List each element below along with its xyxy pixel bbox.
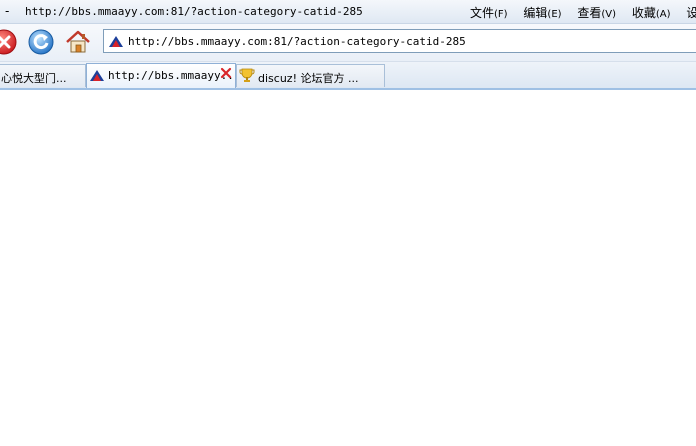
url-input[interactable] bbox=[128, 32, 688, 50]
tab-label: http://bbs.mmaayy.. bbox=[108, 69, 234, 82]
site-favicon bbox=[109, 36, 123, 47]
site-favicon bbox=[90, 70, 104, 81]
menu-file[interactable]: 文件(F) bbox=[470, 4, 508, 21]
window-menu-dash[interactable]: - bbox=[5, 4, 9, 18]
home-icon bbox=[66, 30, 90, 53]
tab-label: 心悦大型门... bbox=[1, 72, 67, 85]
tab-strip: 心悦大型门... http://bbs.mmaayy.. discuz! 论坛官… bbox=[0, 62, 696, 90]
home-button[interactable] bbox=[64, 28, 92, 56]
refresh-button[interactable] bbox=[27, 28, 55, 56]
menu-favorites[interactable]: 收藏(A) bbox=[632, 4, 671, 21]
page-content-area bbox=[0, 90, 696, 446]
stop-button[interactable] bbox=[0, 28, 18, 56]
menu-settings[interactable]: 设 bbox=[686, 4, 696, 21]
stop-icon bbox=[0, 29, 17, 55]
menu-bar: 文件(F) 编辑(E) 查看(V) 收藏(A) 设 bbox=[470, 4, 696, 21]
title-bar: - http://bbs.mmaayy.com:81/?action-categ… bbox=[0, 0, 696, 24]
trophy-icon bbox=[239, 68, 255, 82]
address-bar[interactable] bbox=[103, 29, 696, 53]
navigation-toolbar bbox=[0, 24, 696, 62]
menu-view[interactable]: 查看(V) bbox=[577, 4, 616, 21]
tab-current-page[interactable]: http://bbs.mmaayy.. bbox=[86, 63, 236, 88]
tab-label: discuz! 论坛官方 ... bbox=[258, 72, 359, 85]
tab-xinyue-portal[interactable]: 心悦大型门... bbox=[0, 64, 86, 87]
refresh-icon bbox=[28, 29, 54, 55]
tab-discuz[interactable]: discuz! 论坛官方 ... bbox=[236, 64, 385, 87]
close-icon[interactable] bbox=[220, 67, 232, 79]
window-title: http://bbs.mmaayy.com:81/?action-categor… bbox=[25, 5, 363, 18]
menu-edit[interactable]: 编辑(E) bbox=[523, 4, 561, 21]
